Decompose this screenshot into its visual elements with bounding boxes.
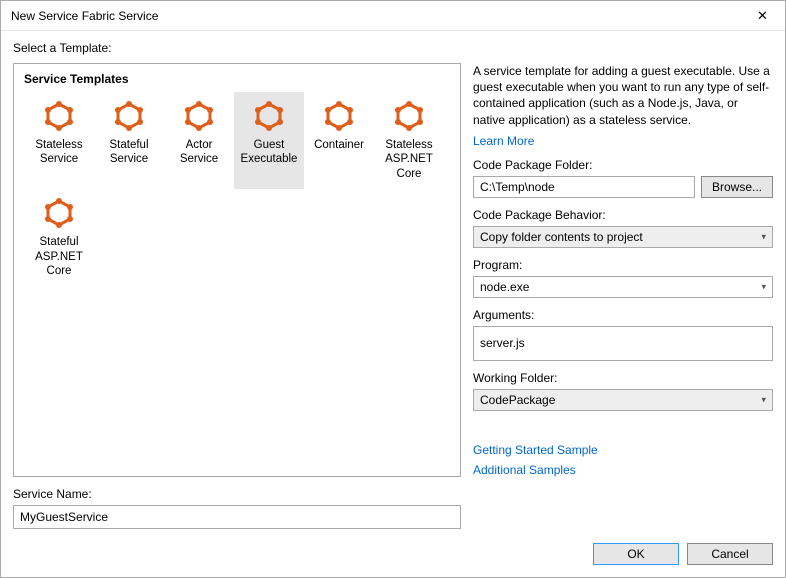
program-dropdown[interactable]: node.exe ▾ [473,276,773,298]
dialog-window: New Service Fabric Service ✕ Select a Te… [0,0,786,578]
window-title: New Service Fabric Service [11,9,740,23]
chevron-down-icon: ▾ [761,395,766,406]
service-fabric-icon [26,98,92,134]
cancel-button[interactable]: Cancel [687,543,773,565]
close-icon: ✕ [757,8,768,24]
close-button[interactable]: ✕ [740,1,785,30]
service-fabric-icon [96,98,162,134]
service-fabric-icon [306,98,372,134]
working-folder-label: Working Folder: [473,371,773,385]
template-stateful-service[interactable]: Stateful Service [94,92,164,189]
dialog-body: Select a Template: Service Templates Sta… [1,31,785,577]
left-column: Service Templates Stateless ServiceState… [13,63,461,477]
ok-button[interactable]: OK [593,543,679,565]
service-fabric-icon [376,98,442,134]
service-fabric-icon [26,195,92,231]
templates-panel: Service Templates Stateless ServiceState… [13,63,461,477]
template-stateless-aspnet-core[interactable]: Stateless ASP.NET Core [374,92,444,189]
template-guest-executable[interactable]: Guest Executable [234,92,304,189]
working-folder-value: CodePackage [480,393,555,407]
program-value: node.exe [480,280,529,294]
code-package-behavior-label: Code Package Behavior: [473,208,773,222]
template-label: Stateless Service [26,138,92,167]
code-package-behavior-dropdown[interactable]: Copy folder contents to project ▾ [473,226,773,248]
chevron-down-icon: ▾ [761,281,766,292]
template-grid: Stateless ServiceStateful ServiceActor S… [24,92,450,286]
code-package-behavior-value: Copy folder contents to project [480,230,643,244]
select-template-label: Select a Template: [13,41,773,55]
footer: OK Cancel [13,529,773,565]
main-row: Service Templates Stateless ServiceState… [13,63,773,477]
template-stateless-service[interactable]: Stateless Service [24,92,94,189]
template-label: Stateful ASP.NET Core [26,235,92,278]
right-column: A service template for adding a guest ex… [473,63,773,477]
program-label: Program: [473,258,773,272]
template-actor-service[interactable]: Actor Service [164,92,234,189]
browse-button[interactable]: Browse... [701,176,773,198]
template-label: Container [306,138,372,152]
chevron-down-icon: ▾ [761,231,766,242]
template-stateful-aspnet-core[interactable]: Stateful ASP.NET Core [24,189,94,286]
service-fabric-icon [236,98,302,134]
service-fabric-icon [166,98,232,134]
template-label: Stateless ASP.NET Core [376,138,442,181]
arguments-input[interactable] [473,326,773,361]
additional-samples-link[interactable]: Additional Samples [473,463,773,477]
code-package-folder-input[interactable] [473,176,695,198]
code-package-folder-row: Browse... [473,176,773,198]
template-label: Actor Service [166,138,232,167]
arguments-label: Arguments: [473,308,773,322]
service-name-input[interactable] [13,505,461,529]
learn-more-link[interactable]: Learn More [473,134,773,148]
template-description: A service template for adding a guest ex… [473,63,773,128]
sample-links: Getting Started Sample Additional Sample… [473,443,773,477]
working-folder-dropdown[interactable]: CodePackage ▾ [473,389,773,411]
templates-header: Service Templates [24,72,450,92]
template-container[interactable]: Container [304,92,374,189]
template-label: Stateful Service [96,138,162,167]
code-package-folder-label: Code Package Folder: [473,158,773,172]
titlebar: New Service Fabric Service ✕ [1,1,785,31]
template-label: Guest Executable [236,138,302,167]
getting-started-sample-link[interactable]: Getting Started Sample [473,443,773,457]
service-name-label: Service Name: [13,487,773,501]
